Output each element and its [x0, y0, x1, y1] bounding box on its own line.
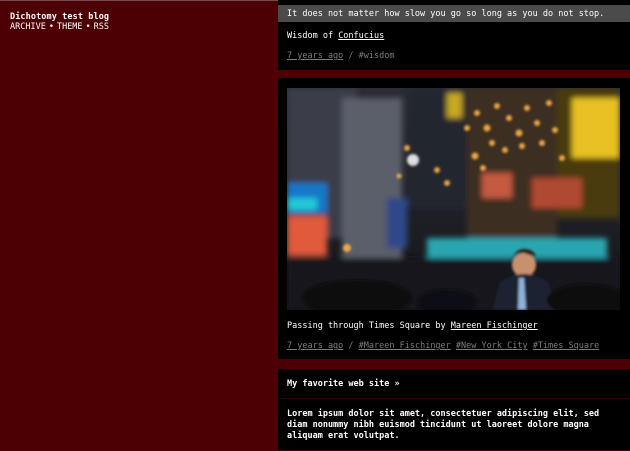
nav-separator: • — [48, 22, 54, 32]
quote-post: It does not matter how slow you go so lo… — [278, 0, 630, 70]
tag-mareen-fischinger[interactable]: #Mareen Fischinger — [359, 341, 451, 351]
nav-archive-link[interactable]: ARCHIVE — [10, 22, 46, 32]
quote-author-link[interactable]: Confucius — [338, 31, 384, 41]
nav-menu: ARCHIVE • THEME • RSS — [10, 22, 109, 32]
quote-bar: It does not matter how slow you go so lo… — [278, 5, 630, 22]
link-post-body: Lorem ipsum dolor sit amet, consectetuer… — [287, 409, 600, 441]
tag-new-york-city[interactable]: #New York City — [456, 341, 528, 351]
nav-separator: • — [85, 22, 91, 32]
tag-wisdom[interactable]: #wisdom — [359, 51, 395, 61]
tag-times-square[interactable]: #Times Square — [533, 341, 600, 351]
photo-post-meta: 7 years ago / #Mareen Fischinger #New Yo… — [287, 341, 599, 351]
quote-text: It does not matter how slow you go so lo… — [287, 9, 605, 19]
post-list: It does not matter how slow you go so lo… — [278, 0, 630, 450]
quote-source: Wisdom of Confucius — [287, 31, 384, 41]
quote-permalink[interactable]: 7 years ago — [287, 51, 343, 61]
photo-author-link[interactable]: Mareen Fischinger — [451, 321, 538, 331]
nav-rss-link[interactable]: RSS — [94, 22, 109, 32]
quote-source-prefix: Wisdom of — [287, 31, 334, 41]
blog-title[interactable]: Dichotomy test blog — [10, 12, 109, 22]
photo-permalink[interactable]: 7 years ago — [287, 341, 343, 351]
photo-illustration — [287, 88, 620, 310]
meta-separator: / — [348, 341, 359, 351]
meta-separator: / — [348, 51, 359, 61]
link-post: My favorite web site » Lorem ipsum dolor… — [278, 369, 630, 450]
photo-caption: Passing through Times Square by Mareen F… — [287, 321, 538, 331]
times-square-photo[interactable] — [287, 88, 620, 310]
photo-post: Passing through Times Square by Mareen F… — [278, 78, 630, 359]
caption-prefix: Passing through Times Square by — [287, 321, 446, 331]
quote-post-meta: 7 years ago / #wisdom — [287, 51, 395, 61]
link-post-title[interactable]: My favorite web site » — [287, 379, 400, 389]
sidebar: Dichotomy test blog ARCHIVE • THEME • RSS — [0, 0, 278, 451]
divider — [278, 398, 630, 399]
nav-theme-link[interactable]: THEME — [57, 22, 83, 32]
